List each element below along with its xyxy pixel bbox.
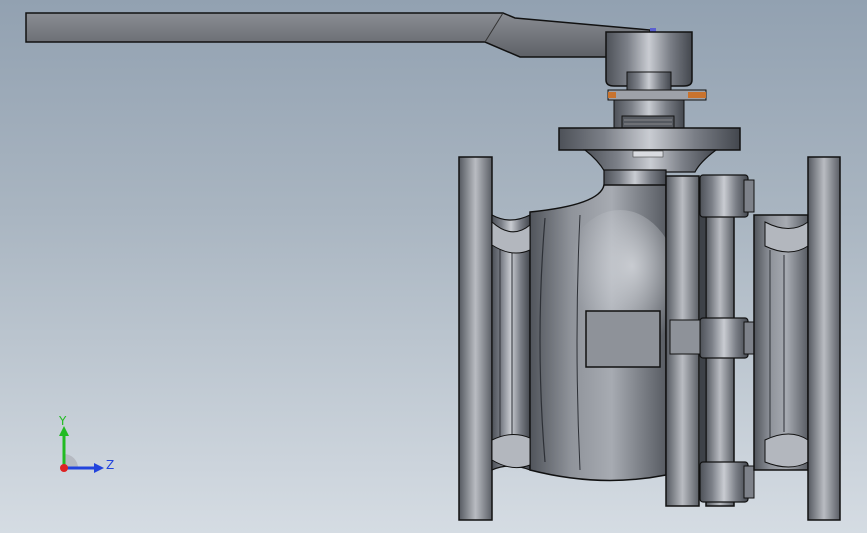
y-axis-label: Y [58, 414, 67, 428]
right-end-flange [807, 156, 841, 521]
lever-handle[interactable] [25, 12, 656, 58]
x-axis-dot [60, 464, 68, 472]
bonnet-flange [558, 127, 741, 173]
ball-valve-model[interactable] [0, 0, 867, 533]
handle-hub [605, 31, 693, 93]
valve-body [529, 184, 680, 482]
name-plate [585, 310, 661, 368]
end-adaptor [753, 214, 809, 471]
z-axis-label: Z [106, 458, 114, 472]
graphics-viewport[interactable]: Y Z [0, 0, 867, 533]
gland-assembly [607, 89, 707, 129]
orientation-triad: Y Z [48, 412, 118, 482]
